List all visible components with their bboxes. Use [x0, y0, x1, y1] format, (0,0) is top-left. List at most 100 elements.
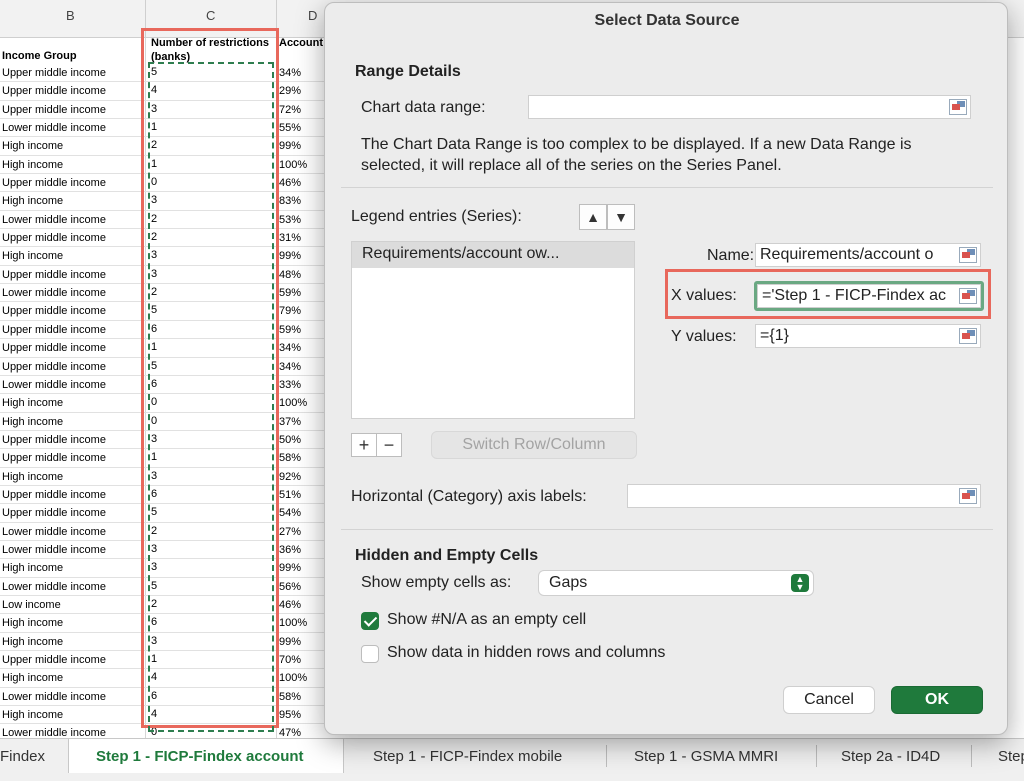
show-hidden-rows-checkbox[interactable] [361, 645, 379, 663]
cell-b[interactable]: Upper middle income [2, 434, 106, 446]
cell-d[interactable]: 99% [279, 140, 301, 152]
show-empty-cells-select[interactable]: Gaps ▲ ▼ [538, 570, 814, 596]
cell-d[interactable]: 46% [279, 599, 301, 611]
cell-d[interactable]: 58% [279, 691, 301, 703]
name-picker-icon[interactable] [959, 247, 977, 263]
cell-b[interactable]: High income [2, 195, 63, 207]
series-item[interactable]: Requirements/account ow... [352, 242, 634, 268]
cell-b[interactable]: High income [2, 562, 63, 574]
column-letter-b[interactable]: B [66, 8, 75, 23]
cell-d[interactable]: 92% [279, 471, 301, 483]
cell-d[interactable]: 50% [279, 434, 301, 446]
cell-b[interactable]: High income [2, 250, 63, 262]
cell-b[interactable]: Upper middle income [2, 452, 106, 464]
cell-b[interactable]: Upper middle income [2, 269, 106, 281]
cell-d[interactable]: 95% [279, 709, 301, 721]
cell-b[interactable]: Lower middle income [2, 581, 106, 593]
ok-button[interactable]: OK [891, 686, 983, 714]
column-letter-d[interactable]: D [308, 8, 317, 23]
cell-b[interactable]: Low income [2, 599, 61, 611]
tab-step1-findex-mobile[interactable]: Step 1 - FICP-Findex mobile [373, 739, 562, 773]
cell-b[interactable]: Upper middle income [2, 305, 106, 317]
cell-b[interactable]: High income [2, 416, 63, 428]
cell-b[interactable]: Upper middle income [2, 342, 106, 354]
cell-b[interactable]: Lower middle income [2, 122, 106, 134]
cell-d[interactable]: 100% [279, 617, 307, 629]
axis-labels-picker-icon[interactable] [959, 488, 977, 504]
move-down-button[interactable]: ▼ [607, 204, 635, 230]
switch-row-column-button[interactable]: Switch Row/Column [431, 431, 637, 459]
cell-d[interactable]: 59% [279, 287, 301, 299]
tab-step1-findex-account[interactable]: Step 1 - FICP-Findex account [68, 739, 344, 773]
cell-d[interactable]: 83% [279, 195, 301, 207]
cell-b[interactable]: High income [2, 636, 63, 648]
cancel-button[interactable]: Cancel [783, 686, 875, 714]
column-letter-c[interactable]: C [206, 8, 215, 23]
series-name-field[interactable]: Requirements/account o [755, 243, 981, 267]
cell-d[interactable]: 53% [279, 214, 301, 226]
cell-b[interactable]: Lower middle income [2, 526, 106, 538]
cell-d[interactable]: 27% [279, 526, 301, 538]
cell-d[interactable]: 99% [279, 250, 301, 262]
cell-b[interactable]: Upper middle income [2, 67, 106, 79]
cell-b[interactable]: Upper middle income [2, 324, 106, 336]
series-list[interactable]: Requirements/account ow... [351, 241, 635, 419]
cell-b[interactable]: Upper middle income [2, 177, 106, 189]
tab-step-partial[interactable]: Step [998, 739, 1024, 773]
cell-d[interactable]: 70% [279, 654, 301, 666]
cell-b[interactable]: Upper middle income [2, 507, 106, 519]
y-values-field[interactable]: ={1} [755, 324, 981, 348]
cell-d[interactable]: 36% [279, 544, 301, 556]
cell-b[interactable]: High income [2, 159, 63, 171]
cell-b[interactable]: High income [2, 617, 63, 629]
cell-d[interactable]: 72% [279, 104, 301, 116]
cell-d[interactable]: 100% [279, 397, 307, 409]
range-picker-icon[interactable] [949, 99, 967, 115]
cell-d[interactable]: 48% [279, 269, 301, 281]
cell-b[interactable]: High income [2, 709, 63, 721]
cell-d[interactable]: 33% [279, 379, 301, 391]
tab-step1-gsma-mmri[interactable]: Step 1 - GSMA MMRI [634, 739, 778, 773]
cell-d[interactable]: 59% [279, 324, 301, 336]
cell-d[interactable]: 31% [279, 232, 301, 244]
cell-b[interactable]: Lower middle income [2, 691, 106, 703]
cell-d[interactable]: 46% [279, 177, 301, 189]
cell-b[interactable]: High income [2, 672, 63, 684]
cell-d[interactable]: 100% [279, 159, 307, 171]
cell-d[interactable]: 55% [279, 122, 301, 134]
cell-d[interactable]: 34% [279, 342, 301, 354]
cell-d[interactable]: 99% [279, 636, 301, 648]
tab-findex[interactable]: Findex [0, 739, 45, 773]
cell-b[interactable]: High income [2, 471, 63, 483]
cell-b[interactable]: Lower middle income [2, 379, 106, 391]
cell-d[interactable]: 37% [279, 416, 301, 428]
cell-d[interactable]: 34% [279, 361, 301, 373]
y-values-picker-icon[interactable] [959, 328, 977, 344]
cell-d[interactable]: 29% [279, 85, 301, 97]
show-na-checkbox[interactable] [361, 612, 379, 630]
cell-b[interactable]: Lower middle income [2, 544, 106, 556]
cell-b[interactable]: Upper middle income [2, 361, 106, 373]
cell-d[interactable]: 56% [279, 581, 301, 593]
cell-b[interactable]: Upper middle income [2, 654, 106, 666]
cell-b[interactable]: Upper middle income [2, 85, 106, 97]
remove-series-button[interactable]: − [376, 433, 402, 457]
cell-d[interactable]: 79% [279, 305, 301, 317]
cell-b[interactable]: Lower middle income [2, 214, 106, 226]
cell-b[interactable]: High income [2, 140, 63, 152]
cell-b[interactable]: Upper middle income [2, 489, 106, 501]
header-income-group[interactable]: Income Group [2, 50, 77, 62]
cell-b[interactable]: Lower middle income [2, 287, 106, 299]
cell-b[interactable]: Upper middle income [2, 232, 106, 244]
cell-d[interactable]: 58% [279, 452, 301, 464]
tab-step2a-id4d[interactable]: Step 2a - ID4D [841, 739, 940, 773]
chart-data-range-field[interactable] [528, 95, 971, 119]
cell-d[interactable]: 34% [279, 67, 301, 79]
cell-b[interactable]: High income [2, 397, 63, 409]
add-series-button[interactable]: + [351, 433, 377, 457]
axis-labels-field[interactable] [627, 484, 981, 508]
cell-b[interactable]: Upper middle income [2, 104, 106, 116]
cell-d[interactable]: 99% [279, 562, 301, 574]
cell-d[interactable]: 54% [279, 507, 301, 519]
cell-d[interactable]: 100% [279, 672, 307, 684]
